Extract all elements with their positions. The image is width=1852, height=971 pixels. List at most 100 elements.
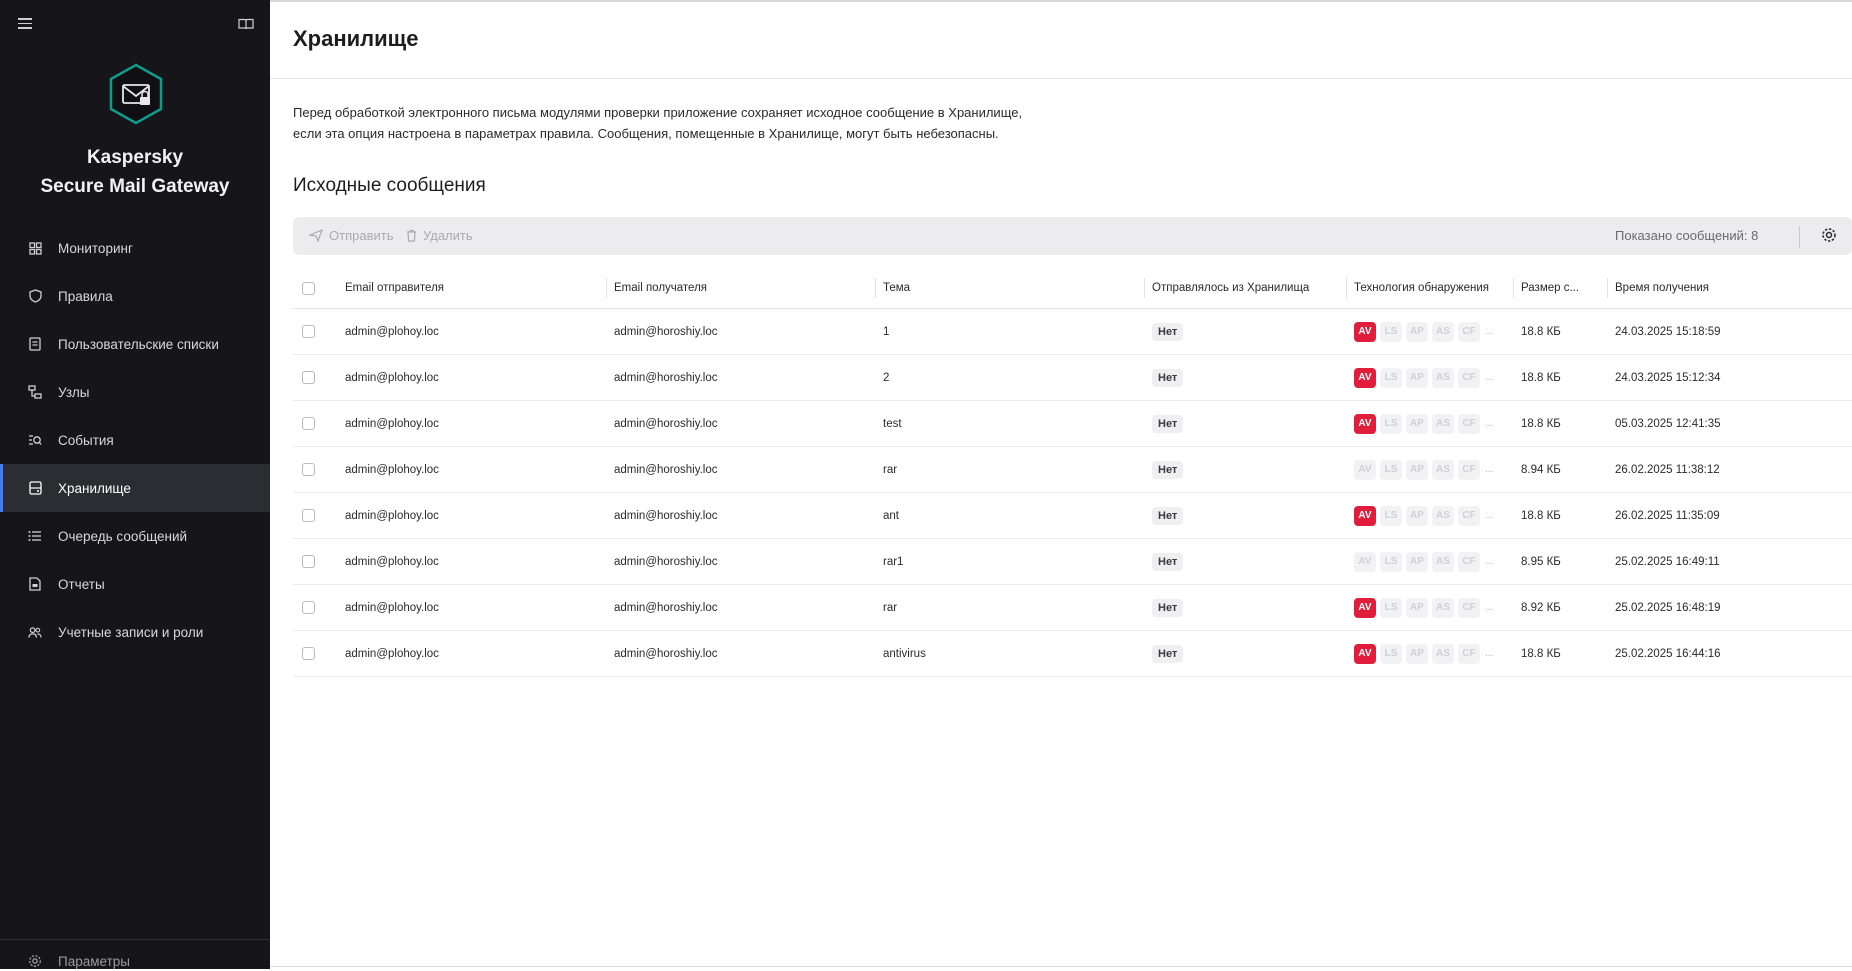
column-header-to[interactable]: Email получателя bbox=[614, 268, 876, 308]
row-checkbox[interactable] bbox=[302, 325, 315, 338]
sidebar-item-label: Узлы bbox=[58, 384, 90, 400]
detection-tags-more: ... bbox=[1485, 602, 1494, 613]
delete-button[interactable]: Удалить bbox=[406, 228, 473, 243]
column-separator[interactable] bbox=[1607, 278, 1608, 298]
gear-icon bbox=[28, 954, 42, 968]
detection-tags-more: ... bbox=[1485, 648, 1494, 659]
detection-tag-av: AV bbox=[1354, 643, 1376, 664]
sender-email: admin@plohoy.loc bbox=[345, 601, 439, 614]
table-row[interactable]: admin@plohoy.loc admin@horoshiy.loc ant … bbox=[293, 493, 1852, 539]
column-separator[interactable] bbox=[1513, 278, 1514, 298]
sidebar-item-accounts-roles[interactable]: Учетные записи и роли bbox=[0, 608, 270, 656]
detection-tag-av: AV bbox=[1354, 321, 1376, 342]
table-row[interactable]: admin@plohoy.loc admin@horoshiy.loc anti… bbox=[293, 631, 1852, 677]
message-size: 18.8 КБ bbox=[1521, 647, 1561, 660]
detection-tech-cell: AV LS AP AS CF... bbox=[1354, 401, 1514, 446]
sidebar-item-events[interactable]: События bbox=[0, 416, 270, 464]
sidebar-item-label: Учетные записи и роли bbox=[58, 624, 204, 640]
detection-tags: AV LS AP AS CF... bbox=[1354, 413, 1493, 434]
sidebar-item-user-lists[interactable]: Пользовательские списки bbox=[0, 320, 270, 368]
top-border bbox=[270, 0, 1852, 2]
sidebar-item-label: Параметры bbox=[58, 954, 130, 969]
recipient-email: admin@horoshiy.loc bbox=[614, 417, 718, 430]
sent-from-storage-cell: Нет bbox=[1152, 631, 1344, 676]
detection-tech-cell: AV LS AP AS CF... bbox=[1354, 585, 1514, 630]
detection-tag-ls: LS bbox=[1380, 321, 1402, 342]
subject: rar bbox=[883, 601, 898, 614]
column-separator[interactable] bbox=[875, 278, 876, 298]
recipient-email: admin@horoshiy.loc bbox=[614, 555, 718, 568]
storage-icon bbox=[28, 481, 42, 495]
column-header-sent-from-storage[interactable]: Отправлялось из Хранилища bbox=[1152, 268, 1344, 308]
sent-from-storage-cell: Нет bbox=[1152, 401, 1344, 446]
trash-icon bbox=[406, 229, 417, 242]
sent-from-storage-cell: Нет bbox=[1152, 355, 1344, 400]
sent-from-storage-cell: Нет bbox=[1152, 309, 1344, 354]
received-time: 26.02.2025 11:38:12 bbox=[1615, 463, 1720, 476]
column-header-detection-technology[interactable]: Технология обнаружения bbox=[1354, 268, 1514, 308]
detection-tag-ls: LS bbox=[1380, 551, 1402, 572]
detection-tag-ls: LS bbox=[1380, 459, 1402, 480]
detection-tag-cf: CF bbox=[1458, 321, 1480, 342]
bottom-border bbox=[270, 966, 1852, 967]
sent-status-badge: Нет bbox=[1152, 506, 1184, 525]
sidebar-item-message-queue[interactable]: Очередь сообщений bbox=[0, 512, 270, 560]
sent-status-badge: Нет bbox=[1152, 368, 1184, 387]
description-line-2: если эта опция настроена в параметрах пр… bbox=[293, 126, 999, 141]
select-all-checkbox[interactable] bbox=[302, 281, 315, 295]
sidebar-item-settings[interactable]: Параметры bbox=[0, 939, 270, 969]
table-row[interactable]: admin@plohoy.loc admin@horoshiy.loc 2 Не… bbox=[293, 355, 1852, 401]
row-checkbox[interactable] bbox=[302, 601, 315, 614]
sidebar-item-monitoring[interactable]: Мониторинг bbox=[0, 224, 270, 272]
open-book-icon[interactable] bbox=[238, 18, 254, 30]
column-header-size[interactable]: Размер с... bbox=[1521, 268, 1607, 308]
table-row[interactable]: admin@plohoy.loc admin@horoshiy.loc rar1… bbox=[293, 539, 1852, 585]
column-separator[interactable] bbox=[1144, 278, 1145, 298]
detection-tag-av: AV bbox=[1354, 459, 1376, 480]
sent-status-badge: Нет bbox=[1152, 322, 1184, 341]
table-row[interactable]: admin@plohoy.loc admin@horoshiy.loc rar … bbox=[293, 585, 1852, 631]
row-checkbox-cell bbox=[302, 631, 318, 676]
row-checkbox[interactable] bbox=[302, 555, 315, 568]
page-description: Перед обработкой электронного письма мод… bbox=[293, 102, 1053, 144]
sidebar-item-nodes[interactable]: Узлы bbox=[0, 368, 270, 416]
detection-tags-more: ... bbox=[1485, 510, 1494, 521]
column-header-received-time[interactable]: Время получения bbox=[1615, 268, 1775, 308]
column-header-from[interactable]: Email отправителя bbox=[345, 268, 607, 308]
sent-status-badge: Нет bbox=[1152, 644, 1184, 663]
column-header-subject[interactable]: Тема bbox=[883, 268, 1145, 308]
received-time: 24.03.2025 15:12:34 bbox=[1615, 371, 1721, 384]
row-checkbox[interactable] bbox=[302, 509, 315, 522]
sidebar-item-reports[interactable]: Отчеты bbox=[0, 560, 270, 608]
detection-tags: AV LS AP AS CF... bbox=[1354, 551, 1494, 572]
row-checkbox[interactable] bbox=[302, 463, 315, 476]
sidebar-item-rules[interactable]: Правила bbox=[0, 272, 270, 320]
message-size: 8.95 КБ bbox=[1521, 555, 1561, 568]
sidebar-item-storage[interactable]: Хранилище bbox=[0, 464, 270, 512]
sent-from-storage-cell: Нет bbox=[1152, 447, 1344, 492]
message-size: 18.8 КБ bbox=[1521, 325, 1561, 338]
description-line-1: Перед обработкой электронного письма мод… bbox=[293, 105, 1023, 120]
row-checkbox[interactable] bbox=[302, 371, 315, 384]
detection-tag-as: AS bbox=[1432, 597, 1454, 618]
table-row[interactable]: admin@plohoy.loc admin@horoshiy.loc rar … bbox=[293, 447, 1852, 493]
recipient-email: admin@horoshiy.loc bbox=[614, 371, 718, 384]
row-checkbox-cell bbox=[302, 309, 318, 354]
column-separator[interactable] bbox=[606, 278, 607, 298]
detection-tech-cell: AV LS AP AS CF... bbox=[1354, 493, 1514, 538]
sender-email: admin@plohoy.loc bbox=[345, 555, 439, 568]
row-checkbox[interactable] bbox=[302, 417, 315, 430]
recipient-email: admin@horoshiy.loc bbox=[614, 463, 718, 476]
table-row[interactable]: admin@plohoy.loc admin@horoshiy.loc 1 Не… bbox=[293, 309, 1852, 355]
send-icon bbox=[309, 229, 323, 242]
table-row[interactable]: admin@plohoy.loc admin@horoshiy.loc test… bbox=[293, 401, 1852, 447]
detection-tag-as: AS bbox=[1432, 367, 1454, 388]
table-settings-gear-icon[interactable] bbox=[1821, 227, 1837, 248]
detection-tag-cf: CF bbox=[1458, 551, 1480, 572]
row-checkbox[interactable] bbox=[302, 647, 315, 660]
menu-hamburger-icon[interactable] bbox=[18, 18, 32, 29]
detection-tags-more: ... bbox=[1485, 556, 1494, 567]
detection-tag-as: AS bbox=[1432, 643, 1454, 664]
send-button[interactable]: Отправить bbox=[309, 228, 393, 243]
column-separator[interactable] bbox=[1346, 278, 1347, 298]
